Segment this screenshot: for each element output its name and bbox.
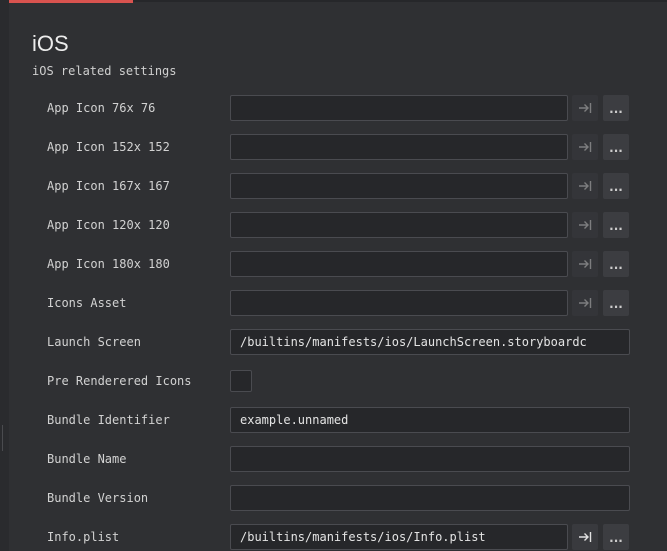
setting-row-bundle-identifier: Bundle Identifier example.unnamed — [0, 407, 667, 433]
setting-row-pre-rendered-icons: Pre Renderered Icons — [0, 368, 667, 394]
app-icon-76-field[interactable] — [230, 95, 568, 121]
setting-row-launch-screen: Launch Screen /builtins/manifests/ios/La… — [0, 329, 667, 355]
info-plist-field[interactable]: /builtins/manifests/ios/Info.plist — [230, 524, 568, 550]
app-icon-167-field[interactable] — [230, 173, 568, 199]
assign-button[interactable] — [572, 134, 598, 160]
setting-label: Icons Asset — [47, 296, 127, 310]
setting-label: App Icon 180x 180 — [47, 257, 170, 271]
browse-button[interactable]: ... — [603, 212, 629, 238]
arrow-to-line-icon — [579, 142, 592, 152]
app-icon-152-field[interactable] — [230, 134, 568, 160]
setting-label: App Icon 76x 76 — [47, 101, 156, 115]
assign-button[interactable] — [572, 212, 598, 238]
active-tab-indicator — [9, 0, 133, 3]
setting-label: Bundle Identifier — [47, 413, 170, 427]
assign-button[interactable] — [572, 95, 598, 121]
setting-row-info-plist: Info.plist /builtins/manifests/ios/Info.… — [0, 524, 667, 550]
browse-button[interactable]: ... — [603, 290, 629, 316]
bundle-identifier-field[interactable]: example.unnamed — [230, 407, 630, 433]
setting-label: App Icon 152x 152 — [47, 140, 170, 154]
pre-rendered-icons-checkbox[interactable] — [230, 370, 252, 392]
assign-button[interactable] — [572, 524, 598, 550]
arrow-to-line-icon — [579, 220, 592, 230]
setting-label: Launch Screen — [47, 335, 141, 349]
setting-row-bundle-name: Bundle Name — [0, 446, 667, 472]
setting-label: Pre Renderered Icons — [47, 374, 192, 388]
setting-label: App Icon 167x 167 — [47, 179, 170, 193]
setting-row-app-icon-167: App Icon 167x 167 ... — [0, 173, 667, 199]
setting-label: Bundle Version — [47, 491, 149, 505]
bundle-version-field[interactable] — [230, 485, 630, 511]
setting-row-icons-asset: Icons Asset ... — [0, 290, 667, 316]
setting-row-bundle-version: Bundle Version — [0, 485, 667, 511]
app-icon-180-field[interactable] — [230, 251, 568, 277]
section-subtitle: iOS related settings — [32, 64, 177, 78]
setting-row-app-icon-152: App Icon 152x 152 ... — [0, 134, 667, 160]
browse-button[interactable]: ... — [603, 134, 629, 160]
assign-button[interactable] — [572, 173, 598, 199]
setting-label: Bundle Name — [47, 452, 127, 466]
setting-row-app-icon-180: App Icon 180x 180 ... — [0, 251, 667, 277]
section-title: iOS — [32, 31, 69, 56]
arrow-to-line-icon — [579, 181, 592, 191]
assign-button[interactable] — [572, 290, 598, 316]
setting-row-app-icon-76: App Icon 76x 76 ... — [0, 95, 667, 121]
arrow-to-line-icon — [579, 532, 592, 542]
setting-label: Info.plist — [47, 530, 120, 544]
bundle-name-field[interactable] — [230, 446, 630, 472]
browse-button[interactable]: ... — [603, 173, 629, 199]
arrow-to-line-icon — [579, 259, 592, 269]
browse-button[interactable]: ... — [603, 251, 629, 277]
app-icon-120-field[interactable] — [230, 212, 568, 238]
browse-button[interactable]: ... — [603, 524, 629, 550]
launch-screen-field[interactable]: /builtins/manifests/ios/LaunchScreen.sto… — [230, 329, 630, 355]
setting-label: App Icon 120x 120 — [47, 218, 170, 232]
top-divider — [133, 0, 667, 2]
icons-asset-field[interactable] — [230, 290, 568, 316]
assign-button[interactable] — [572, 251, 598, 277]
setting-row-app-icon-120: App Icon 120x 120 ... — [0, 212, 667, 238]
arrow-to-line-icon — [579, 298, 592, 308]
arrow-to-line-icon — [579, 103, 592, 113]
browse-button[interactable]: ... — [603, 95, 629, 121]
